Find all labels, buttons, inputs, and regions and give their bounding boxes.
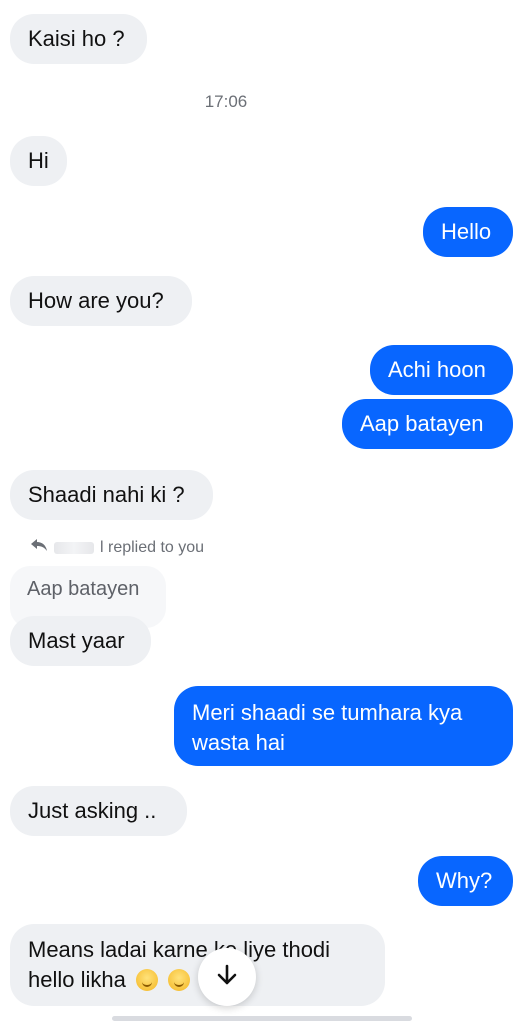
message-incoming[interactable]: Kaisi ho ? xyxy=(10,14,147,64)
message-outgoing[interactable]: Hello xyxy=(423,207,513,257)
message-incoming[interactable]: Just asking .. xyxy=(10,786,187,836)
message-text: Mast yaar xyxy=(28,628,125,653)
home-indicator xyxy=(112,1016,412,1021)
smiling-face-icon xyxy=(168,969,191,991)
message-incoming[interactable]: Shaadi nahi ki ? xyxy=(10,470,213,520)
arrow-down-icon xyxy=(216,963,238,992)
message-incoming[interactable]: How are you? xyxy=(10,276,192,326)
message-text: Just asking .. xyxy=(28,798,157,823)
quoted-text: Aap batayen xyxy=(27,578,140,600)
message-outgoing[interactable]: Achi hoon xyxy=(370,345,513,395)
smiling-face-icon xyxy=(135,969,158,991)
reply-indicator: l replied to you xyxy=(30,538,204,557)
reply-note-text: l replied to you xyxy=(100,538,205,556)
message-outgoing[interactable]: Aap batayen xyxy=(342,399,513,449)
reply-sender-redacted xyxy=(54,541,94,554)
message-incoming[interactable]: Means ladai karne ke liye thodi hello li… xyxy=(10,924,385,1006)
message-outgoing[interactable]: Meri shaadi se tumhara kya wasta hai xyxy=(174,686,513,766)
message-text: Aap batayen xyxy=(360,411,484,436)
message-text: Hello xyxy=(441,219,492,244)
message-text: Shaadi nahi ki ? xyxy=(28,482,185,507)
message-text: Achi hoon xyxy=(388,357,486,382)
message-text: Meri shaadi se tumhara kya wasta hai xyxy=(192,700,463,755)
scroll-to-bottom-button[interactable] xyxy=(198,948,256,1006)
message-text: Kaisi ho ? xyxy=(28,26,125,51)
message-text: Why? xyxy=(436,868,493,893)
message-text: How are you? xyxy=(28,288,164,313)
reply-arrow-icon xyxy=(30,538,48,557)
timestamp: 17:06 xyxy=(204,92,248,111)
message-outgoing[interactable]: Why? xyxy=(418,856,513,906)
message-text: Hi xyxy=(28,148,49,173)
message-incoming[interactable]: Hi xyxy=(10,136,67,186)
message-incoming[interactable]: Mast yaar xyxy=(10,616,151,666)
